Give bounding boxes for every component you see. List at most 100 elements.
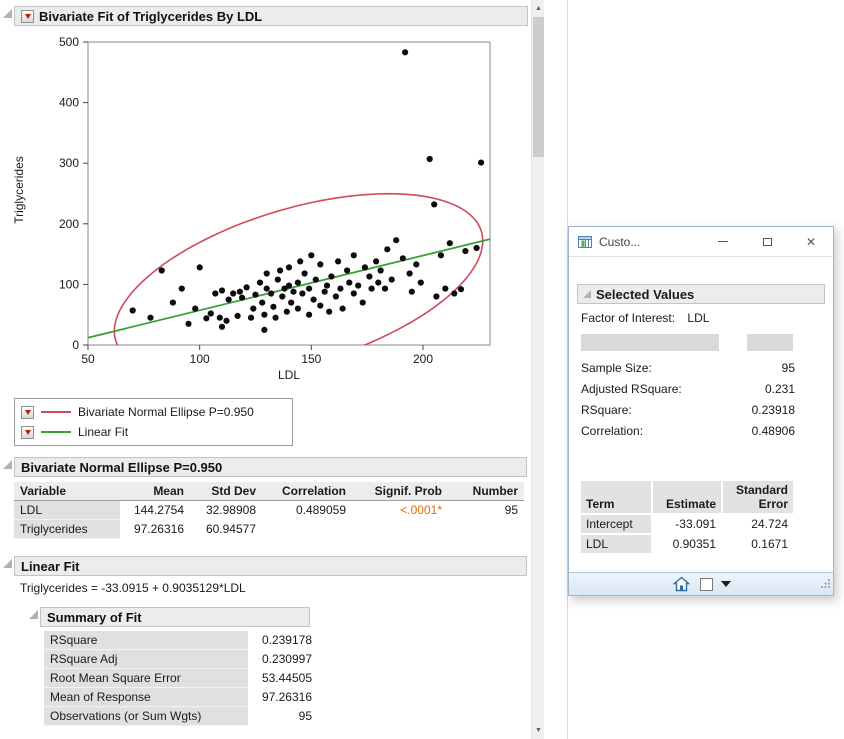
summary-value: 0.230997 [248,650,318,669]
cell-number: 95 [448,501,524,520]
svg-text:500: 500 [59,35,79,49]
summary-row: Root Mean Square Error 53.44505 [44,669,318,688]
summary-row: RSquare Adj 0.230997 [44,650,318,669]
cell-term: Intercept [580,514,652,534]
vertical-scrollbar[interactable]: ▲ ▼ [531,0,544,739]
selected-values-stats: Sample Size: 95 Adjusted RSquare: 0.231 … [581,357,795,441]
stat-label: Sample Size: [581,361,652,375]
outline-bar-bivariate-fit[interactable]: Bivariate Fit of Triglycerides By LDL [14,6,528,26]
stat-label: Adjusted RSquare: [581,382,682,396]
summary-value: 95 [248,707,318,726]
maximize-icon [763,238,772,246]
stat-value: 0.48906 [752,424,795,438]
disclosure-open-icon[interactable] [3,559,12,568]
ellipse-table: Variable Mean Std Dev Correlation Signif… [14,482,524,539]
svg-text:400: 400 [59,96,79,110]
disclosure-open-icon[interactable] [29,610,38,619]
report-title: Bivariate Fit of Triglycerides By LDL [39,9,262,24]
stat-row: Adjusted RSquare: 0.231 [581,378,795,399]
dialog-titlebar[interactable]: Custo... ✕ [569,227,833,257]
y-axis-label: Triglycerides [12,130,26,250]
scrollbar-thumb[interactable] [533,17,544,157]
col-header-mean: Mean [120,482,190,501]
param-header-row: Term Estimate Standard Error [580,480,794,514]
svg-text:50: 50 [81,352,95,366]
disclosure-open-icon[interactable] [3,9,12,18]
custom-dialog-window: Custo... ✕ Selected Values Factor of Int… [568,226,834,596]
dialog-title: Custo... [599,235,640,249]
col-header-number: Number [448,482,524,501]
factor-selector-box[interactable] [581,334,719,351]
outline-bar-summary-of-fit[interactable]: Summary of Fit [40,607,310,627]
cell-term: LDL [580,534,652,554]
fit-equation: Triglycerides = -33.0915 + 0.9035129*LDL [20,581,246,595]
svg-text:100: 100 [190,352,210,366]
cell-std-error: 24.724 [722,514,794,534]
summary-row: Mean of Response 97.26316 [44,688,318,707]
home-icon [673,576,690,592]
cell-correlation: 0.489059 [262,501,352,520]
col-header-variable: Variable [14,482,120,501]
minimize-button[interactable] [701,227,745,256]
red-triangle-menu-icon[interactable] [21,426,34,439]
home-button[interactable] [673,576,690,592]
maximize-button[interactable] [745,227,789,256]
legend-label-linear-fit: Linear Fit [78,425,128,439]
factor-of-interest-row: Factor of Interest: LDL [581,311,709,325]
legend-label-ellipse: Bivariate Normal Ellipse P=0.950 [78,405,254,419]
disclosure-open-icon[interactable] [3,460,12,469]
outline-bar-ellipse[interactable]: Bivariate Normal Ellipse P=0.950 [14,457,527,477]
param-row-ldl: LDL 0.90351 0.1671 [580,534,794,554]
cell-signif-prob: <.0001* [352,501,448,520]
resize-grip[interactable] [821,577,831,591]
section-title-selected-values: Selected Values [596,287,694,302]
red-triangle-menu-icon[interactable] [21,406,34,419]
caption-buttons: ✕ [701,227,833,256]
legend-line-fit [41,431,71,433]
grip-dots-icon [821,578,831,588]
summary-row: RSquare 0.239178 [44,631,318,650]
data-table-selector[interactable] [700,578,713,591]
summary-label: Observations (or Sum Wgts) [44,707,248,726]
legend-item-linear-fit: Linear Fit [21,422,286,442]
summary-label: Mean of Response [44,688,248,707]
scatter-plot[interactable]: 501001502000100200300400500LDL [0,30,510,380]
table-row-triglycerides: Triglycerides 97.26316 60.94577 [14,520,524,539]
section-title-ellipse: Bivariate Normal Ellipse P=0.950 [21,460,222,475]
summary-label: RSquare Adj [44,650,248,669]
outline-bar-selected-values[interactable]: Selected Values [577,284,825,304]
red-triangle-glyph [25,410,31,415]
dropdown-icon[interactable] [721,581,731,587]
col-header-stddev: Std Dev [190,482,262,501]
summary-value: 53.44505 [248,669,318,688]
outline-bar-linear-fit[interactable]: Linear Fit [14,556,527,576]
summary-value: 97.26316 [248,688,318,707]
table-row-ldl: LDL 144.2754 32.98908 0.489059 <.0001* 9… [14,501,524,520]
parameter-estimates-table: Term Estimate Standard Error Intercept -… [579,479,795,555]
legend-line-ellipse [41,411,71,413]
svg-text:200: 200 [413,352,433,366]
factor-value-box[interactable] [747,334,793,351]
factor-of-interest-value: LDL [687,311,709,325]
red-triangle-menu-icon[interactable] [21,10,34,23]
stat-row: RSquare: 0.23918 [581,399,795,420]
minimize-icon [718,241,728,242]
red-triangle-glyph [25,14,31,19]
stat-label: Correlation: [581,424,643,438]
disclosure-open-icon[interactable] [583,290,591,298]
summary-label: RSquare [44,631,248,650]
ellipse-table-header-row: Variable Mean Std Dev Correlation Signif… [14,482,524,501]
col-header-signif-prob: Signif. Prob [352,482,448,501]
cell-stddev: 60.94577 [190,520,262,539]
stat-value: 0.23918 [752,403,795,417]
fit-legend: Bivariate Normal Ellipse P=0.950 Linear … [14,398,293,446]
cell-number [448,520,524,539]
scroll-down-icon[interactable]: ▼ [532,723,545,738]
svg-text:100: 100 [59,277,79,291]
col-header-standard-error: Standard Error [722,480,794,514]
svg-text:LDL: LDL [278,368,300,380]
cell-estimate: 0.90351 [652,534,722,554]
legend-item-ellipse: Bivariate Normal Ellipse P=0.950 [21,402,286,422]
close-button[interactable]: ✕ [789,227,833,256]
scroll-up-icon[interactable]: ▲ [532,1,545,16]
